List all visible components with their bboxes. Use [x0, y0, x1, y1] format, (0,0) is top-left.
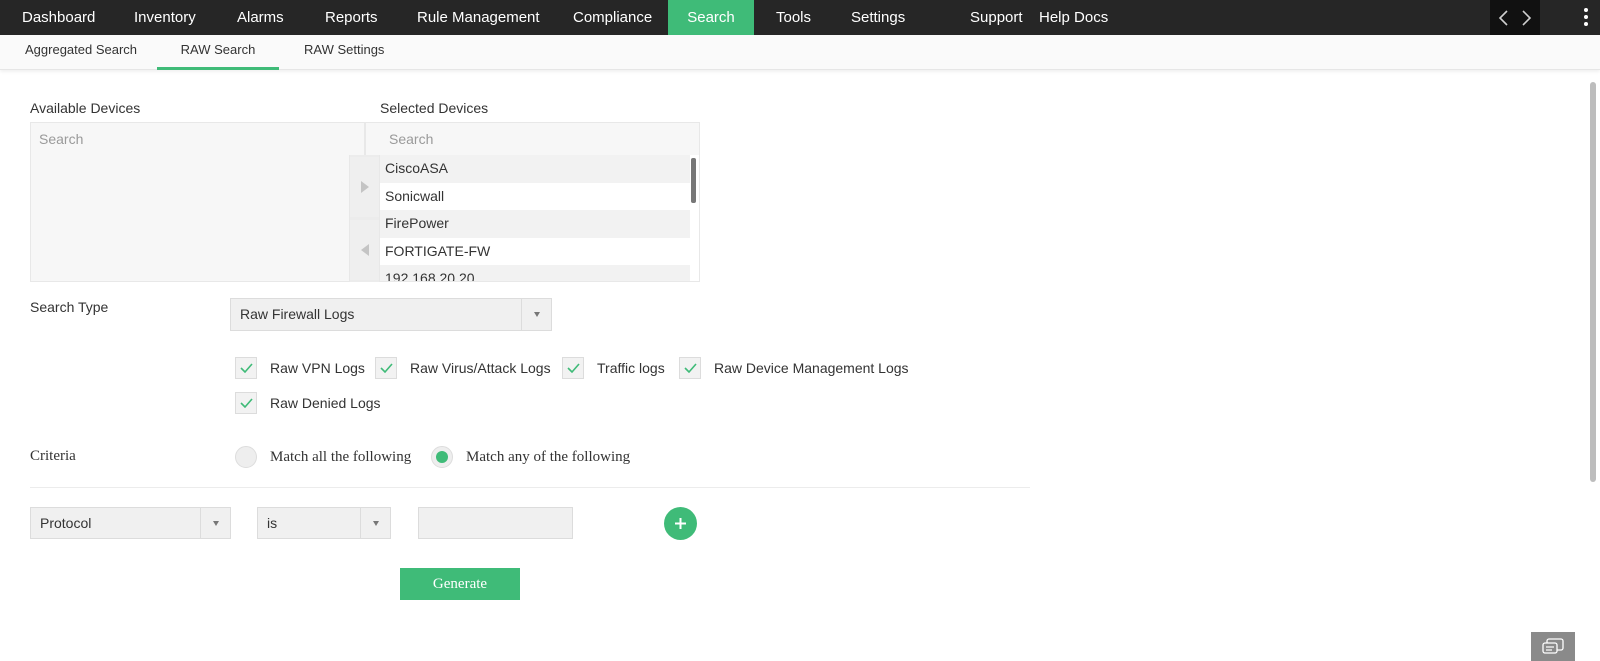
chevron-left-icon[interactable]: [1494, 8, 1514, 28]
add-criteria-button[interactable]: [664, 507, 697, 540]
check-icon: [235, 357, 257, 379]
list-item[interactable]: FORTIGATE-FW: [380, 238, 690, 266]
radio-label: Match all the following: [270, 448, 412, 465]
check-icon: [562, 357, 584, 379]
checkbox-label: Raw VPN Logs: [270, 360, 365, 376]
tab-raw-settings[interactable]: RAW Settings: [279, 35, 409, 70]
radio-match-all[interactable]: Match all the following: [235, 445, 411, 469]
radio-match-any[interactable]: Match any of the following: [431, 445, 630, 469]
criteria-label: Criteria: [30, 448, 76, 464]
radio-label: Match any of the following: [466, 448, 631, 465]
selected-list-scrollbar[interactable]: [691, 158, 696, 203]
checkbox-label: Traffic logs: [597, 360, 665, 376]
divider: [30, 487, 1030, 488]
tab-aggregated-search[interactable]: Aggregated Search: [0, 35, 162, 70]
checkbox-raw-device-management-logs[interactable]: Raw Device Management Logs: [679, 357, 909, 379]
selected-devices-label: Selected Devices: [380, 100, 489, 116]
nav-scroll-arrows: [1490, 0, 1540, 35]
checkbox-label: Raw Denied Logs: [270, 395, 381, 411]
selected-devices-list[interactable]: CiscoASA Sonicwall FirePower FORTIGATE-F…: [379, 155, 700, 282]
criteria-field-select[interactable]: Protocol: [30, 507, 231, 539]
top-nav-bar: Dashboard Inventory Alarms Reports Rule …: [0, 0, 1600, 35]
chevron-down-icon: [360, 508, 390, 539]
chevron-down-icon: [200, 508, 230, 539]
checkbox-label: Raw Device Management Logs: [714, 360, 909, 376]
nav-tools[interactable]: Tools: [754, 0, 833, 35]
search-type-value: Raw Firewall Logs: [240, 306, 355, 322]
caret-left-icon: [360, 244, 369, 256]
nav-dashboard[interactable]: Dashboard: [0, 0, 117, 35]
check-icon: [375, 357, 397, 379]
selected-search-input[interactable]: [381, 123, 699, 155]
generate-button[interactable]: Generate: [400, 568, 520, 600]
check-icon: [235, 392, 257, 414]
criteria-operator-value: is: [267, 515, 278, 531]
nav-help-docs[interactable]: Help Docs: [1017, 0, 1130, 35]
criteria-field-value: Protocol: [40, 515, 92, 531]
radio-circle-selected: [431, 446, 453, 468]
nav-rule-management[interactable]: Rule Management: [395, 0, 562, 35]
chat-widget-button[interactable]: [1531, 632, 1575, 661]
nav-search[interactable]: Search: [668, 0, 754, 35]
available-devices-label: Available Devices: [30, 100, 141, 116]
nav-inventory[interactable]: Inventory: [112, 0, 218, 35]
available-search-input[interactable]: [31, 123, 364, 155]
list-item[interactable]: FirePower: [380, 210, 690, 238]
tab-raw-search[interactable]: RAW Search: [157, 35, 279, 70]
chat-icon: [1542, 637, 1564, 654]
check-icon: [679, 357, 701, 379]
list-item[interactable]: 192.168.20.20: [380, 265, 690, 281]
criteria-value-input[interactable]: [418, 507, 573, 539]
criteria-operator-select[interactable]: is: [257, 507, 391, 539]
nav-compliance[interactable]: Compliance: [551, 0, 674, 35]
plus-icon: [675, 518, 686, 529]
available-devices-list[interactable]: [30, 155, 350, 282]
more-options-icon[interactable]: [1578, 6, 1594, 30]
nav-reports[interactable]: Reports: [303, 0, 400, 35]
checkbox-raw-denied-logs[interactable]: Raw Denied Logs: [235, 392, 381, 414]
sub-nav-bar: Aggregated Search RAW Search RAW Setting…: [0, 35, 1600, 70]
checkbox-raw-virus-attack-logs[interactable]: Raw Virus/Attack Logs: [375, 357, 551, 379]
move-left-button[interactable]: [350, 220, 379, 280]
device-mover: [350, 155, 379, 282]
chevron-right-icon[interactable]: [1516, 8, 1536, 28]
nav-settings[interactable]: Settings: [829, 0, 927, 35]
list-item[interactable]: CiscoASA: [380, 155, 690, 183]
move-right-button[interactable]: [350, 157, 379, 217]
nav-alarms[interactable]: Alarms: [215, 0, 306, 35]
search-type-label: Search Type: [30, 299, 109, 315]
page-scrollbar[interactable]: [1590, 82, 1596, 482]
chevron-down-icon: [521, 299, 551, 330]
radio-circle: [235, 446, 257, 468]
caret-right-icon: [360, 181, 369, 193]
selected-devices-search: [365, 122, 700, 156]
search-type-select[interactable]: Raw Firewall Logs: [230, 298, 552, 331]
available-devices-search: [30, 122, 365, 156]
checkbox-raw-vpn-logs[interactable]: Raw VPN Logs: [235, 357, 365, 379]
checkbox-traffic-logs[interactable]: Traffic logs: [562, 357, 665, 379]
list-item[interactable]: Sonicwall: [380, 183, 690, 211]
checkbox-label: Raw Virus/Attack Logs: [410, 360, 551, 376]
